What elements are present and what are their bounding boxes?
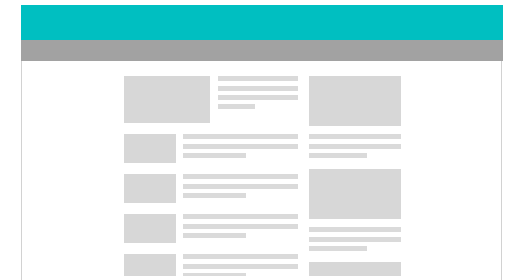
list-item-text-line [183, 144, 298, 149]
featured-text-line [218, 95, 298, 100]
list-item-text-line [183, 153, 246, 158]
list-item-text-line [183, 184, 298, 189]
list-item-thumbnail[interactable] [124, 174, 176, 203]
featured-text-line [218, 104, 255, 109]
list-item-text-line [183, 264, 298, 269]
header-bar [21, 5, 503, 40]
list-item-title-line[interactable] [183, 214, 298, 219]
sidebar-title-line[interactable] [309, 227, 401, 232]
list-item-thumbnail[interactable] [124, 134, 176, 163]
sidebar-text-line [309, 144, 401, 149]
list-item-thumbnail[interactable] [124, 254, 176, 276]
list-item-text-line [183, 193, 246, 198]
sidebar-text-line [309, 246, 367, 251]
list-item-title-line[interactable] [183, 174, 298, 179]
navigation-bar [21, 40, 503, 61]
list-item-text-line [183, 233, 246, 238]
sidebar-title-line[interactable] [309, 134, 401, 139]
featured-title-line[interactable] [218, 76, 298, 81]
sidebar-image[interactable] [309, 76, 401, 126]
featured-image[interactable] [124, 76, 210, 123]
list-item-title-line[interactable] [183, 254, 298, 259]
list-item-text-line [183, 224, 298, 229]
sidebar-image[interactable] [309, 169, 401, 219]
sidebar-text-line [309, 237, 401, 242]
featured-text-line [218, 86, 298, 91]
list-item-thumbnail[interactable] [124, 214, 176, 243]
sidebar-text-line [309, 153, 367, 158]
sidebar-image[interactable] [309, 262, 401, 276]
list-item-title-line[interactable] [183, 134, 298, 139]
